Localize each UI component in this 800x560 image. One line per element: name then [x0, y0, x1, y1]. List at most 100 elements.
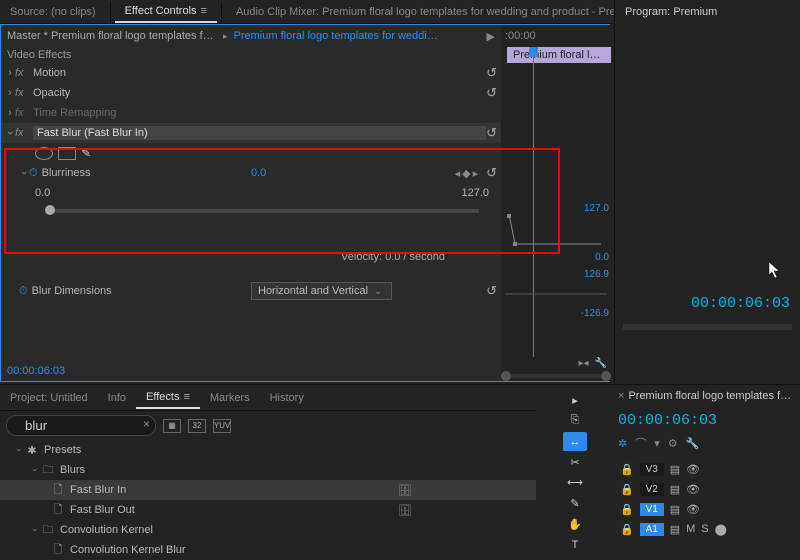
source-panel-tab[interactable]: Source: (no clips)	[0, 2, 106, 22]
slip-tool[interactable]: ⟷	[563, 474, 587, 493]
blurs-folder[interactable]: › Blurs	[0, 460, 536, 480]
ec-timecode[interactable]: 00:00:06:03	[7, 365, 65, 377]
timeline-timecode[interactable]: 00:00:06:03	[618, 412, 717, 429]
track-label[interactable]: V3	[640, 463, 664, 476]
effect-fast-blur[interactable]: › fx Fast Blur (Fast Blur In) ↺	[1, 123, 501, 143]
eye-icon[interactable]: 👁	[686, 463, 700, 476]
mask-pen-button[interactable]: ✎	[81, 146, 91, 160]
wrench-icon[interactable]: 🔧	[595, 358, 607, 369]
disclosure-icon[interactable]: ›	[5, 87, 15, 99]
lock-icon[interactable]: 🔒	[620, 503, 634, 516]
blur-dimensions-dropdown[interactable]: Horizontal and Vertical⌄	[251, 282, 392, 300]
track-select-tool[interactable]: ⎘	[563, 412, 587, 431]
preset-convolution-blur[interactable]: 🗋 Convolution Kernel Blur	[0, 540, 536, 560]
disclosure-icon[interactable]: ›	[5, 107, 15, 119]
blurriness-slider[interactable]	[1, 209, 501, 213]
markers-icon[interactable]: ▾	[654, 437, 660, 450]
disclosure-icon[interactable]: ›	[5, 67, 15, 79]
pin-play-icon[interactable]: ▶	[487, 30, 495, 43]
track-v3[interactable]: 🔒 V3 ▤ 👁	[614, 459, 800, 479]
preset-fast-blur-in[interactable]: 🗋 Fast Blur In 🗄	[0, 480, 536, 500]
selection-tool[interactable]: ▸	[563, 391, 587, 410]
slider-thumb[interactable]	[45, 205, 55, 215]
project-tab[interactable]: Project: Untitled	[0, 388, 98, 408]
wrench-icon[interactable]: 🔧	[686, 437, 700, 450]
stopwatch-icon[interactable]: ⏱	[29, 167, 38, 180]
solo-button[interactable]: S	[701, 523, 708, 535]
mute-button[interactable]: M	[686, 523, 695, 535]
32bit-badge-button[interactable]: 32	[188, 419, 206, 433]
toggle-output-icon[interactable]: ▤	[670, 523, 680, 536]
effect-opacity[interactable]: › fx Opacity ↺	[1, 83, 501, 103]
sequence-clip-link[interactable]: Premium floral logo templates for weddi…	[234, 30, 438, 42]
toggle-output-icon[interactable]: ▤	[670, 463, 680, 476]
next-keyframe-icon[interactable]: ▸	[473, 167, 479, 180]
time-remapping-label: Time Remapping	[33, 107, 116, 119]
pen-tool[interactable]: ✎	[563, 494, 587, 513]
lock-icon[interactable]: 🔒	[620, 523, 634, 536]
prev-keyframe-icon[interactable]: ◂	[455, 167, 461, 180]
close-sequence-icon[interactable]: ×	[618, 390, 624, 402]
reset-icon[interactable]: ↺	[486, 65, 497, 81]
add-keyframe-icon[interactable]: ◆	[462, 167, 470, 180]
program-time-ruler[interactable]	[623, 324, 792, 330]
eye-icon[interactable]: 👁	[686, 483, 700, 496]
info-tab[interactable]: Info	[98, 388, 136, 408]
markers-tab[interactable]: Markers	[200, 388, 260, 408]
mini-time-ruler[interactable]: :00:00	[501, 25, 611, 47]
disclosure-open-icon[interactable]: ›	[4, 128, 16, 138]
lock-icon[interactable]: 🔒	[620, 463, 634, 476]
program-timecode[interactable]: 00:00:06:03	[691, 295, 790, 312]
playhead-head-icon[interactable]	[529, 47, 538, 57]
settings-icon[interactable]: ⚙	[668, 437, 678, 450]
blur-dimensions-row: ⏱ Blur Dimensions Horizontal and Vertica…	[1, 281, 501, 301]
ripple-edit-tool[interactable]: ↔	[563, 432, 587, 451]
snap-icon[interactable]: ✲	[618, 437, 627, 450]
effect-motion[interactable]: › fx Motion ↺	[1, 63, 501, 83]
accel-badge-button[interactable]: ▦	[163, 419, 181, 433]
track-v2[interactable]: 🔒 V2 ▤ 👁	[614, 479, 800, 499]
hand-tool[interactable]: ✋	[563, 515, 587, 534]
reset-icon[interactable]: ↺	[486, 165, 497, 181]
yuv-badge-button[interactable]: YUV	[213, 419, 231, 433]
effect-controls-panel: Master * Premium floral logo templates f…	[0, 24, 610, 382]
effects-tab[interactable]: Effects	[136, 387, 200, 409]
type-tool[interactable]: T	[563, 535, 587, 554]
master-clip-label[interactable]: Master * Premium floral logo templates f…	[7, 30, 217, 42]
mini-clip-bar[interactable]: Premium floral logo template	[507, 47, 611, 63]
track-v1[interactable]: 🔒 V1 ▤ 👁	[614, 499, 800, 519]
ec-mini-timeline: :00:00 Premium floral logo template 127.…	[501, 25, 611, 381]
voiceover-icon[interactable]: ⬤	[715, 523, 727, 536]
reset-icon[interactable]: ↺	[486, 85, 497, 101]
eye-icon[interactable]: 👁	[686, 503, 700, 516]
toggle-output-icon[interactable]: ▤	[670, 483, 680, 496]
effect-time-remapping[interactable]: › fx Time Remapping	[1, 103, 501, 123]
lock-icon[interactable]: 🔒	[620, 483, 634, 496]
effect-controls-tab[interactable]: Effect Controls	[115, 1, 217, 23]
fx-badge-icon: fx	[15, 87, 29, 99]
linked-selection-icon[interactable]: ⌒	[635, 435, 646, 451]
mask-rect-button[interactable]	[58, 147, 76, 160]
stopwatch-off-icon[interactable]: ⏱	[19, 285, 28, 298]
preset-fast-blur-out[interactable]: 🗋 Fast Blur Out 🗄	[0, 500, 536, 520]
track-a1[interactable]: 🔒 A1 ▤ M S ⬤	[614, 519, 800, 539]
history-tab[interactable]: History	[260, 388, 314, 408]
track-label[interactable]: V2	[640, 483, 664, 496]
disclosure-open-icon[interactable]: ›	[18, 168, 30, 178]
blurriness-value[interactable]: 0.0	[251, 167, 266, 179]
clear-search-icon[interactable]: ×	[143, 417, 150, 431]
track-label[interactable]: A1	[640, 523, 664, 536]
track-label[interactable]: V1	[640, 503, 664, 516]
reset-icon[interactable]: ↺	[486, 283, 497, 299]
mask-ellipse-button[interactable]	[35, 147, 53, 160]
ec-scrollbar[interactable]	[501, 371, 611, 381]
program-panel-tab[interactable]: Program: Premium	[615, 2, 727, 22]
loop-icon[interactable]: ▸◂	[579, 358, 589, 369]
presets-folder[interactable]: › ✱ Presets	[0, 440, 536, 460]
effects-search-input[interactable]	[6, 415, 156, 436]
sequence-title[interactable]: Premium floral logo templates for weddin…	[628, 390, 796, 402]
convolution-folder[interactable]: › Convolution Kernel	[0, 520, 536, 540]
razor-tool[interactable]: ✂	[563, 453, 587, 472]
reset-icon[interactable]: ↺	[486, 125, 497, 141]
toggle-output-icon[interactable]: ▤	[670, 503, 680, 516]
